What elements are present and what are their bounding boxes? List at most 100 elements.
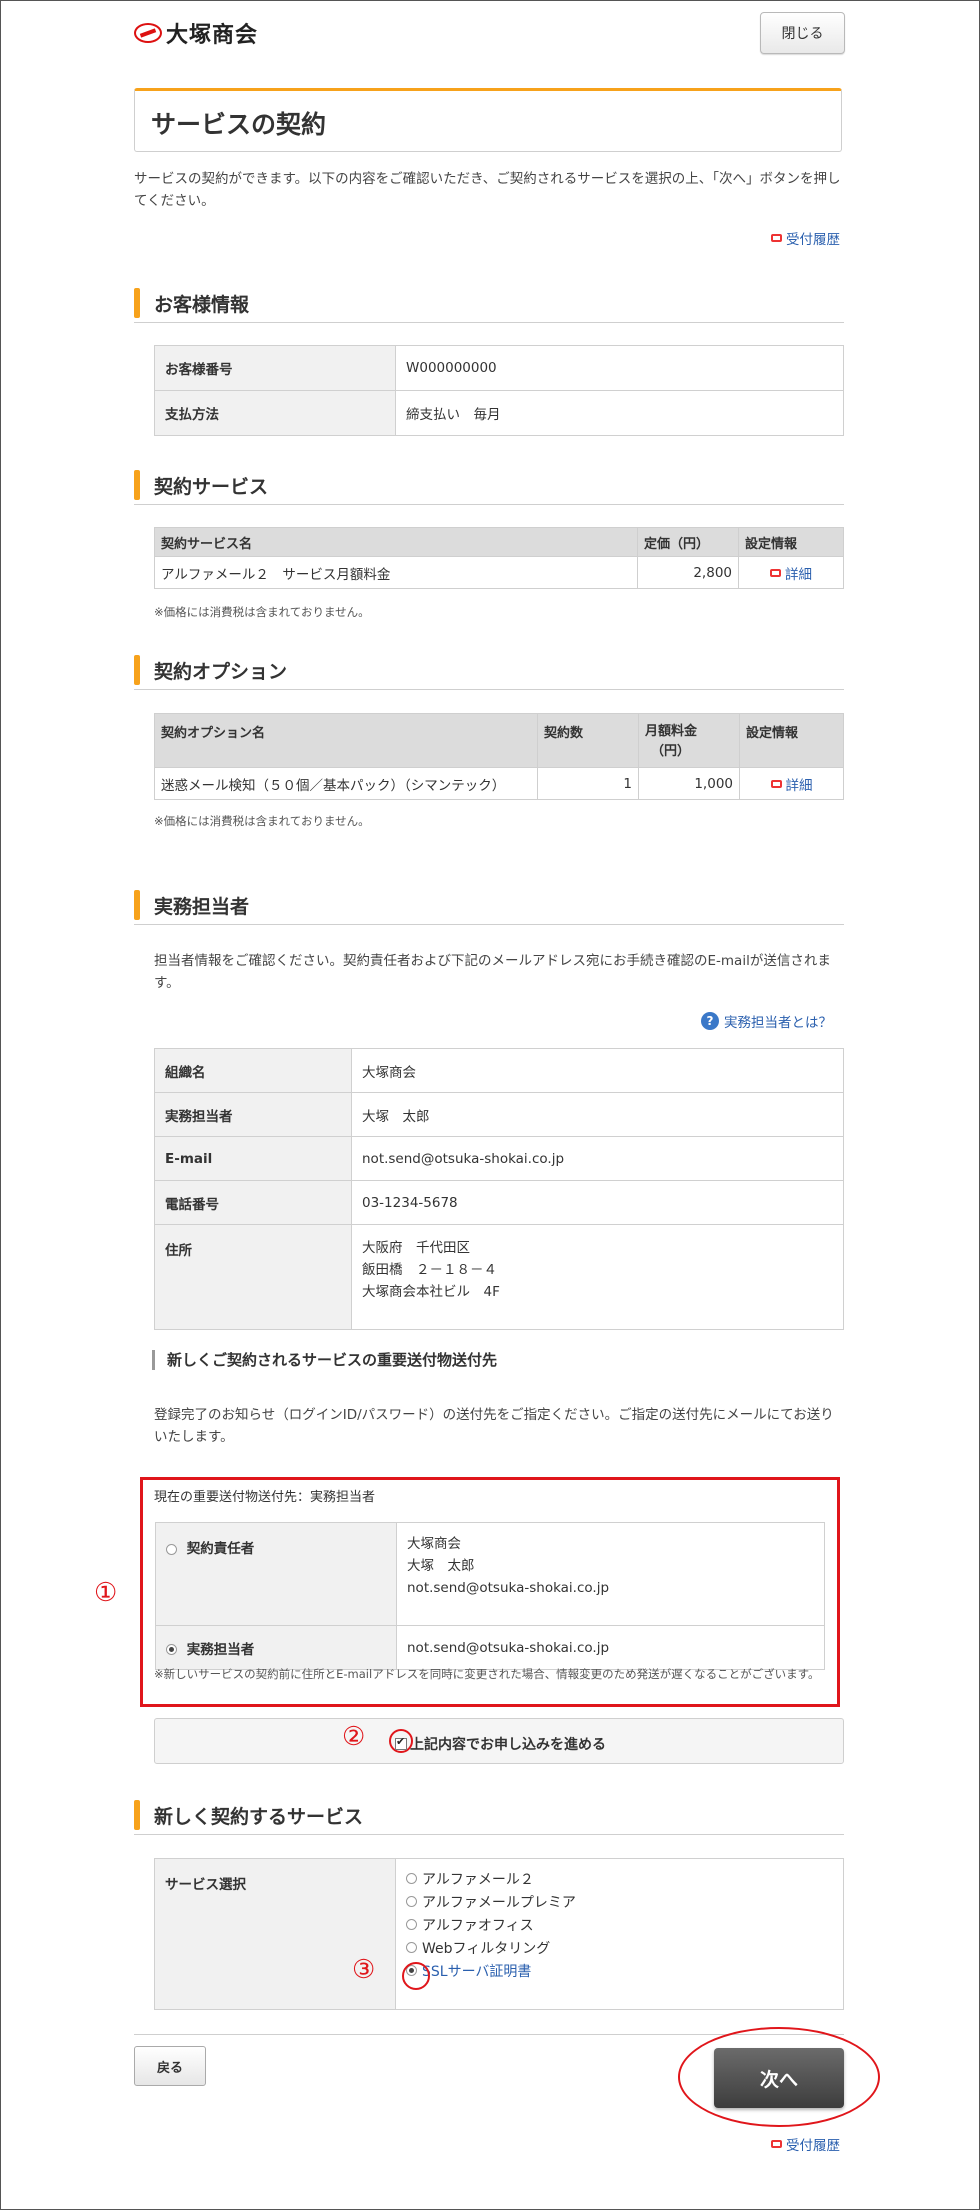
customer-number-label: お客様番号 xyxy=(154,345,396,391)
option-name-cell: 迷惑メール検知（５０個／基本パック）（シマンテック） xyxy=(154,767,538,800)
current-delivery-text: 現在の重要送付物送付先：実務担当者 xyxy=(154,1490,376,1505)
payment-method-value: 締支払い 毎月 xyxy=(395,390,844,436)
section-accent-bar xyxy=(134,288,140,318)
contract-service-title: 契約サービス xyxy=(154,476,269,498)
service-detail-cell: 詳細 xyxy=(738,556,844,589)
service-option-ssl[interactable]: SSLサーバ証明書 xyxy=(406,1959,833,1982)
col-option-name: 契約オプション名 xyxy=(154,713,538,768)
phone-label: 電話番号 xyxy=(154,1180,352,1225)
col-monthly-fee-line1: 月額料金 xyxy=(645,724,698,739)
ssl-annotation-circle xyxy=(402,1962,430,1990)
address-line3: 大塚商会本社ビル 4F xyxy=(362,1284,500,1300)
service-price-cell: 2,800 xyxy=(637,556,739,589)
staff-name-value: 大塚 太郎 xyxy=(351,1092,844,1137)
page-title-box: サービスの契約 xyxy=(134,88,842,152)
staff-description: 担当者情報をご確認ください。契約責任者および下記のメールアドレス宛にお手続き確認… xyxy=(154,953,831,991)
customer-section-title: お客様情報 xyxy=(154,294,250,316)
table-row: アルファメール２ サービス月額料金 2,800 詳細 xyxy=(154,556,844,589)
question-icon: ? xyxy=(701,1012,719,1030)
table-row: 住所 大阪府 千代田区 飯田橋 ２－１８－４ 大塚商会本社ビル 4F xyxy=(154,1224,844,1330)
address-label: 住所 xyxy=(154,1224,352,1330)
address-value: 大阪府 千代田区 飯田橋 ２－１８－４ 大塚商会本社ビル 4F xyxy=(351,1224,844,1330)
delivery-note: ※新しいサービスの契約前に住所とE-mailアドレスを同時に変更された場合、情報… xyxy=(154,1667,820,1681)
external-link-icon xyxy=(770,568,781,577)
service-detail-link[interactable]: 詳細 xyxy=(770,563,812,583)
option-price-cell: 1,000 xyxy=(638,767,740,800)
contract-service-table: 契約サービス名 定価（円） 設定情報 アルファメール２ サービス月額料金 2,8… xyxy=(154,527,844,589)
delivery-subheading: 新しくご契約されるサービスの重要送付物送付先 xyxy=(152,1350,497,1370)
col-settings: 設定情報 xyxy=(738,527,844,557)
service-radio[interactable] xyxy=(406,1942,417,1953)
owner-contact-line1: 大塚商会 xyxy=(407,1536,461,1552)
annotation-marker-2: ② xyxy=(342,1722,366,1752)
service-select-label: サービス選択 xyxy=(154,1858,396,2010)
service-radio[interactable] xyxy=(406,1896,417,1907)
table-header-row: 契約オプション名 契約数 月額料金 （円） 設定情報 xyxy=(154,713,844,768)
option-tax-note: ※価格には消費税は含まれておりません。 xyxy=(154,814,370,828)
history-link-top[interactable]: 受付履歴 xyxy=(771,228,840,248)
owner-radio-label: 契約責任者 xyxy=(186,1541,255,1557)
service-radio[interactable] xyxy=(406,1873,417,1884)
staff-section-header: 実務担当者 xyxy=(134,890,844,925)
external-link-icon xyxy=(770,779,782,788)
service-option-alphamail-premier[interactable]: アルファメールプレミア xyxy=(406,1890,833,1913)
service-name-cell: アルファメール２ サービス月額料金 xyxy=(154,556,638,589)
service-radio[interactable] xyxy=(406,1919,417,1930)
contract-option-section-header: 契約オプション xyxy=(134,655,844,690)
owner-radio[interactable] xyxy=(166,1543,177,1555)
service-select-options: アルファメール２ アルファメールプレミア アルファオフィス Webフィルタリング… xyxy=(395,1858,844,2010)
next-button[interactable]: 次へ xyxy=(714,2048,844,2108)
owner-contact-line3: not.send@otsuka-shokai.co.jp xyxy=(407,1580,610,1596)
col-price: 定価（円） xyxy=(637,527,739,557)
staff-radio-label: 実務担当者 xyxy=(186,1641,255,1658)
external-link-icon xyxy=(771,2140,782,2148)
col-settings: 設定情報 xyxy=(739,713,844,768)
back-button[interactable]: 戻る xyxy=(134,2046,206,2086)
delivery-option-staff[interactable]: 実務担当者 xyxy=(155,1625,397,1670)
staff-help-link[interactable]: ? 実務担当者とは？ xyxy=(701,1011,832,1031)
service-option-label: アルファオフィス xyxy=(422,1917,534,1934)
service-option-webfilter[interactable]: Webフィルタリング xyxy=(406,1936,833,1959)
new-service-title: 新しく契約するサービス xyxy=(154,1806,364,1828)
staff-section-title: 実務担当者 xyxy=(154,896,250,918)
staff-help-link-label: 実務担当者とは？ xyxy=(724,1015,832,1031)
table-row: 電話番号 03-1234-5678 xyxy=(154,1180,844,1225)
service-option-label: SSLサーバ証明書 xyxy=(422,1963,532,1980)
table-row: サービス選択 アルファメール２ アルファメールプレミア アルファオフィス Web… xyxy=(154,1858,844,2010)
annotation-marker-3: ③ xyxy=(352,1955,376,1985)
delivery-description: 登録完了のお知らせ（ログインID/パスワード）の送付先をご指定ください。ご指定の… xyxy=(154,1407,834,1445)
service-option-alphaoffice[interactable]: アルファオフィス xyxy=(406,1913,833,1936)
table-row: 組織名 大塚商会 xyxy=(154,1048,844,1093)
table-row: お客様番号 W000000000 xyxy=(154,345,844,391)
section-accent-bar xyxy=(134,470,140,500)
section-accent-bar xyxy=(134,890,140,920)
org-name-label: 組織名 xyxy=(154,1048,352,1093)
history-link-bottom[interactable]: 受付履歴 xyxy=(771,2134,840,2154)
contract-option-title: 契約オプション xyxy=(154,661,288,683)
table-header-row: 契約サービス名 定価（円） 設定情報 xyxy=(154,527,844,557)
detail-link-label: 詳細 xyxy=(785,777,813,794)
page-title: サービスの契約 xyxy=(151,110,327,139)
option-detail-cell: 詳細 xyxy=(739,767,844,800)
brand-logo: 大塚商会 xyxy=(134,18,258,48)
external-link-icon xyxy=(771,234,782,242)
option-count-cell: 1 xyxy=(537,767,639,800)
otsuka-logo-icon xyxy=(134,23,162,43)
delivery-option-owner[interactable]: 契約責任者 xyxy=(155,1522,397,1626)
staff-name-label: 実務担当者 xyxy=(154,1092,352,1137)
page-lead: サービスの契約ができます。以下の内容をご確認いただき、ご契約されるサービスを選択… xyxy=(134,171,841,209)
owner-contact: 大塚商会 大塚 太郎 not.send@otsuka-shokai.co.jp xyxy=(396,1522,825,1626)
agree-checkbox[interactable] xyxy=(395,1735,407,1750)
agree-checkbox-row[interactable]: 上記内容でお申し込みを進める xyxy=(395,1734,606,1754)
customer-number-value: W000000000 xyxy=(395,345,844,391)
email-label: E-mail xyxy=(154,1136,352,1181)
section-accent-bar xyxy=(134,655,140,685)
table-row: 支払方法 締支払い 毎月 xyxy=(154,390,844,436)
close-button[interactable]: 閉じる xyxy=(760,12,845,54)
col-monthly-fee: 月額料金 （円） xyxy=(638,713,740,768)
service-option-alphamail2[interactable]: アルファメール２ xyxy=(406,1867,833,1890)
email-value: not.send@otsuka-shokai.co.jp xyxy=(351,1136,844,1181)
customer-table: お客様番号 W000000000 支払方法 締支払い 毎月 xyxy=(154,345,844,436)
staff-radio[interactable] xyxy=(166,1644,177,1655)
option-detail-link[interactable]: 詳細 xyxy=(770,774,813,794)
